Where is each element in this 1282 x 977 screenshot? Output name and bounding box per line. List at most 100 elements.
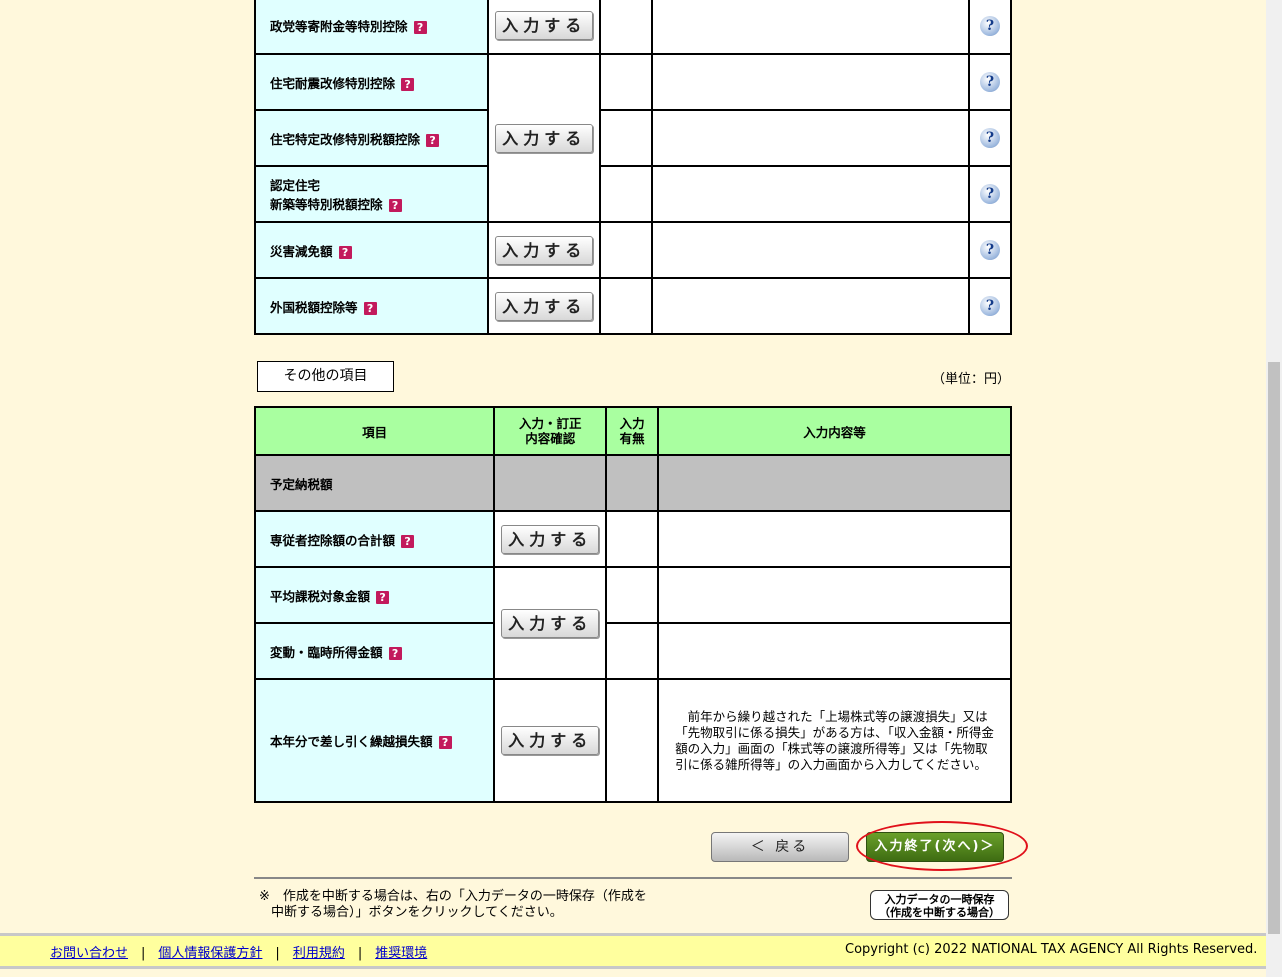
content-cell (651, 165, 971, 223)
save-instruction-line2: 中断する場合）」ボタンをクリックしてください。 (271, 905, 563, 920)
copyright: Copyright (c) 2022 NATIONAL TAX AGENCY A… (845, 942, 1258, 957)
presence-cell (605, 510, 660, 568)
help-cell: ? (968, 277, 1012, 335)
help-cell: ? (968, 0, 1012, 55)
presence-cell (599, 221, 654, 279)
row-label-text: 政党等寄附金等特別控除 (270, 19, 408, 34)
table-row: 災害減免額? 入力する ? (253, 221, 1012, 279)
input-cell: 入力する (487, 277, 602, 335)
row-label-text: 本年分で差し引く繰越損失額 (270, 734, 433, 749)
table-row: 外国税額控除等? 入力する ? (253, 277, 1012, 335)
row-label-text: 専従者控除額の合計額 (270, 532, 396, 548)
table-row: 予定納税額 (253, 454, 1012, 512)
table-row: 政党等寄附金等特別控除? 入力する ? (253, 0, 1012, 55)
input-button-disaster[interactable]: 入力する (495, 235, 594, 265)
help-cell: ? (968, 109, 1012, 167)
help-icon[interactable]: ? (980, 128, 1001, 148)
question-icon[interactable]: ? (338, 245, 352, 259)
content-cell (651, 0, 971, 55)
temp-save-line2: （作成を中断する場合） (879, 906, 1000, 919)
question-icon[interactable]: ? (363, 301, 377, 315)
row-label: 認定住宅 新築等特別税額控除? (253, 165, 490, 223)
row-label: 予定納税額 (253, 454, 496, 512)
row-label-text: 変動・臨時所得金額 (270, 644, 383, 660)
header-row: 項目 入力・訂正 内容確認 入力 有無 入力内容等 (253, 406, 1012, 456)
input-button-carryover-loss[interactable]: 入力する (501, 726, 600, 755)
input-cell (493, 454, 608, 512)
temp-save-line1: 入力データの一時保存 (884, 893, 995, 906)
help-cell: ? (968, 53, 1012, 111)
question-icon[interactable]: ? (388, 646, 402, 660)
input-cell: 入力する (493, 510, 608, 568)
question-icon[interactable]: ? (426, 133, 440, 147)
footer-links: お問い合わせ | 個人情報保護方針 | 利用規約 | 推奨環境 (50, 942, 427, 961)
content-cell (651, 221, 971, 279)
link-recommended-env[interactable]: 推奨環境 (375, 946, 427, 961)
help-icon[interactable]: ? (980, 240, 1001, 260)
row-label-line1: 認定住宅 (270, 178, 321, 193)
link-contact[interactable]: お問い合わせ (50, 946, 128, 961)
input-cell: 入力する (493, 678, 608, 803)
content-cell (657, 510, 1012, 568)
row-label: 政党等寄附金等特別控除? (253, 0, 490, 55)
table-row: 住宅特定改修特別税額控除? ? (253, 109, 1012, 167)
presence-cell (599, 0, 654, 55)
row-label-text: 平均課税対象金額 (270, 588, 371, 604)
link-privacy-policy[interactable]: 個人情報保護方針 (158, 946, 262, 961)
deduction-table: 政党等寄附金等特別控除? 入力する ? 住宅耐震改修特別控除? 入力する ? 住… (253, 0, 1012, 335)
section-title: その他の項目 (257, 361, 394, 392)
question-icon[interactable]: ? (376, 590, 390, 604)
content-cell (651, 277, 971, 335)
help-cell: ? (968, 165, 1012, 223)
link-terms[interactable]: 利用規約 (293, 946, 345, 961)
link-separator: | (275, 946, 280, 961)
scrollbar-thumb[interactable] (1268, 362, 1280, 934)
presence-cell (599, 277, 654, 335)
presence-cell (599, 109, 654, 167)
row-label-text: 住宅耐震改修特別控除 (270, 75, 396, 91)
unit-label: （単位：円） (932, 372, 1011, 387)
row-label: 災害減免額? (253, 221, 490, 279)
help-icon[interactable]: ? (980, 296, 1001, 316)
help-cell: ? (968, 221, 1012, 279)
help-icon[interactable]: ? (980, 72, 1001, 92)
question-icon[interactable]: ? (388, 199, 402, 212)
input-button-average-taxation[interactable]: 入力する (501, 608, 600, 638)
save-instruction-line1: ※ 作成を中断する場合は、右の「入力データの一時保存（作成を (259, 889, 647, 904)
row-label-text: 住宅特定改修特別税額控除 (270, 131, 421, 147)
back-button[interactable]: ＜ 戻る (711, 832, 849, 862)
table-row: 専従者控除額の合計額? 入力する (253, 510, 1012, 568)
help-icon[interactable]: ? (980, 184, 1001, 204)
content-cell: 前年から繰り越された「上場株式等の譲渡損失」又は「先物取引に係る損失」がある方は… (657, 678, 1012, 803)
input-button-housing[interactable]: 入力する (495, 123, 594, 153)
input-cell: 入力する (487, 0, 602, 55)
table-row: 住宅耐震改修特別控除? 入力する ? (253, 53, 1012, 223)
content-cell (657, 622, 1012, 680)
question-icon[interactable]: ? (401, 534, 415, 548)
header-presence-line1: 入力 (619, 416, 645, 431)
question-icon[interactable]: ? (413, 21, 427, 34)
carryover-note: 前年から繰り越された「上場株式等の譲渡損失」又は「先物取引に係る損失」がある方は… (675, 708, 994, 772)
table-row: 本年分で差し引く繰越損失額? 入力する 前年から繰り越された「上場株式等の譲渡損… (253, 678, 1012, 803)
presence-cell (599, 53, 654, 111)
help-icon[interactable]: ? (980, 15, 1001, 36)
input-button-foreign-tax[interactable]: 入力する (495, 291, 594, 321)
row-label: 専従者控除額の合計額? (253, 510, 496, 568)
question-icon[interactable]: ? (438, 736, 452, 749)
divider (254, 877, 1012, 879)
header-content: 入力内容等 (657, 406, 1012, 456)
input-cell: 入力する (487, 53, 602, 223)
input-button-political-donation[interactable]: 入力する (495, 11, 594, 40)
content-cell (651, 109, 971, 167)
row-label-line2: 新築等特別税額控除 (270, 197, 383, 212)
header-confirm-line2: 内容確認 (525, 431, 576, 446)
temp-save-button[interactable]: 入力データの一時保存 （作成を中断する場合） (870, 890, 1009, 920)
presence-cell (605, 678, 660, 803)
row-label: 変動・臨時所得金額? (253, 622, 496, 680)
table-row: 平均課税対象金額? 入力する (253, 566, 1012, 680)
presence-cell (599, 165, 654, 223)
input-button-family-employee[interactable]: 入力する (501, 524, 600, 554)
header-item: 項目 (253, 406, 496, 456)
question-icon[interactable]: ? (401, 77, 415, 91)
presence-cell (605, 454, 660, 512)
